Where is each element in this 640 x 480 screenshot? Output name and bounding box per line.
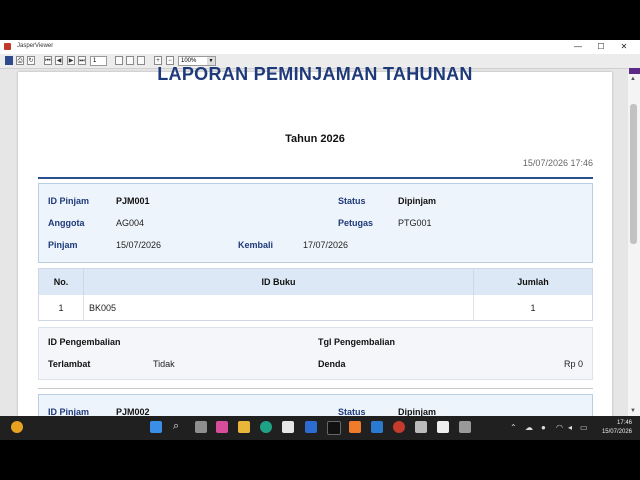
table-cell-jumlah: 1 xyxy=(530,303,536,313)
scroll-up-icon[interactable]: ▲ xyxy=(630,76,636,82)
scrollbar-thumb[interactable] xyxy=(630,104,637,244)
taskbar-time: 17:46 xyxy=(616,420,632,426)
status-value: Dipinjam xyxy=(398,407,437,416)
next-loan-panel: ID Pinjam PJM002 Status Dipinjam xyxy=(38,394,593,416)
loan-items-table: No. ID Buku Jumlah 1 BK005 1 xyxy=(38,268,593,321)
column-header-id-buku: ID Buku xyxy=(84,269,474,295)
petugas-label: Petugas xyxy=(338,218,374,228)
printed-timestamp: 15/07/2026 17:46 xyxy=(522,158,593,168)
record-separator xyxy=(38,388,593,389)
vertical-scrollbar[interactable]: ▲ ▼ xyxy=(628,74,640,416)
xampp-icon[interactable] xyxy=(349,421,361,433)
return-info-panel: ID Pengembalian Tgl Pengembalian Terlamb… xyxy=(38,327,593,380)
kembali-date: 17/07/2026 xyxy=(303,240,349,250)
status-label: Status xyxy=(338,196,366,206)
copilot-icon[interactable] xyxy=(216,421,228,433)
chevron-up-icon[interactable]: ⌃ xyxy=(510,423,517,432)
id-pinjam-value: PJM001 xyxy=(116,196,150,206)
search-icon[interactable]: ⌕ xyxy=(173,420,179,433)
store-icon[interactable] xyxy=(282,421,294,433)
taskbar-date: 15/07/2026 xyxy=(601,429,632,435)
app-icon[interactable] xyxy=(305,421,317,433)
pinjam-date: 15/07/2026 xyxy=(116,240,162,250)
tgl-pengembalian-label: Tgl Pengembalian xyxy=(318,337,396,347)
id-pinjam-label: ID Pinjam xyxy=(48,196,90,206)
denda-label: Denda xyxy=(318,359,346,369)
scroll-down-icon[interactable]: ▼ xyxy=(630,408,636,414)
maximize-button[interactable]: ☐ xyxy=(591,42,611,52)
column-header-no: No. xyxy=(39,269,84,295)
kembali-label: Kembali xyxy=(238,240,274,250)
petugas-value: PTG001 xyxy=(398,218,432,228)
report-title: LAPORAN PEMINJAMAN TAHUNAN xyxy=(157,64,473,84)
battery-icon[interactable]: ▭ xyxy=(580,423,588,432)
title-divider xyxy=(38,177,593,179)
windows-taskbar: ⌕ ⌃ ☁ ● ◠ ◂ ▭ 17:46 15/07/2026 xyxy=(0,416,640,440)
terlambat-label: Terlambat xyxy=(48,359,91,369)
capcut-icon[interactable] xyxy=(437,421,449,433)
denda-value: Rp 0 xyxy=(563,359,583,369)
java-app-icon[interactable] xyxy=(459,421,471,433)
chrome-icon[interactable] xyxy=(393,421,405,433)
column-header-jumlah: Jumlah xyxy=(474,269,592,295)
id-pinjam-value: PJM002 xyxy=(116,407,150,416)
taskbar-clock[interactable]: 17:46 15/07/2026 xyxy=(602,419,632,437)
cloud-icon[interactable]: ☁ xyxy=(525,423,533,432)
title-bar: JasperViewer — ☐ ✕ xyxy=(0,40,640,54)
status-value: Dipinjam xyxy=(398,196,437,206)
file-explorer-icon[interactable] xyxy=(238,421,250,433)
table-cell-no: 1 xyxy=(39,295,84,321)
loan-info-panel: ID Pinjam PJM001 Status Dipinjam Anggota… xyxy=(38,183,593,263)
edge-icon[interactable] xyxy=(260,421,272,433)
mic-icon[interactable]: ● xyxy=(541,423,546,432)
table-cell-id-buku: BK005 xyxy=(84,295,474,321)
anggota-value: AG004 xyxy=(116,218,145,228)
anggota-label: Anggota xyxy=(48,218,85,228)
jasper-app-icon xyxy=(4,43,11,50)
app-icon[interactable] xyxy=(415,421,427,433)
wifi-icon[interactable]: ◠ xyxy=(556,423,563,432)
pinjam-label: Pinjam xyxy=(48,240,78,250)
minimize-button[interactable]: — xyxy=(568,42,588,52)
id-pinjam-label: ID Pinjam xyxy=(48,407,90,416)
tiktok-icon[interactable] xyxy=(327,421,341,435)
vscode-icon[interactable] xyxy=(371,421,383,433)
start-icon[interactable] xyxy=(150,421,162,433)
volume-icon[interactable]: ◂ xyxy=(568,423,572,432)
id-pengembalian-label: ID Pengembalian xyxy=(48,337,121,347)
window-title: JasperViewer xyxy=(17,43,54,49)
status-label: Status xyxy=(338,407,366,416)
widgets-icon[interactable] xyxy=(11,421,23,433)
close-button[interactable]: ✕ xyxy=(614,42,634,52)
terlambat-value: Tidak xyxy=(153,359,175,369)
task-view-icon[interactable] xyxy=(195,421,207,433)
report-subtitle: Tahun 2026 xyxy=(285,133,345,145)
